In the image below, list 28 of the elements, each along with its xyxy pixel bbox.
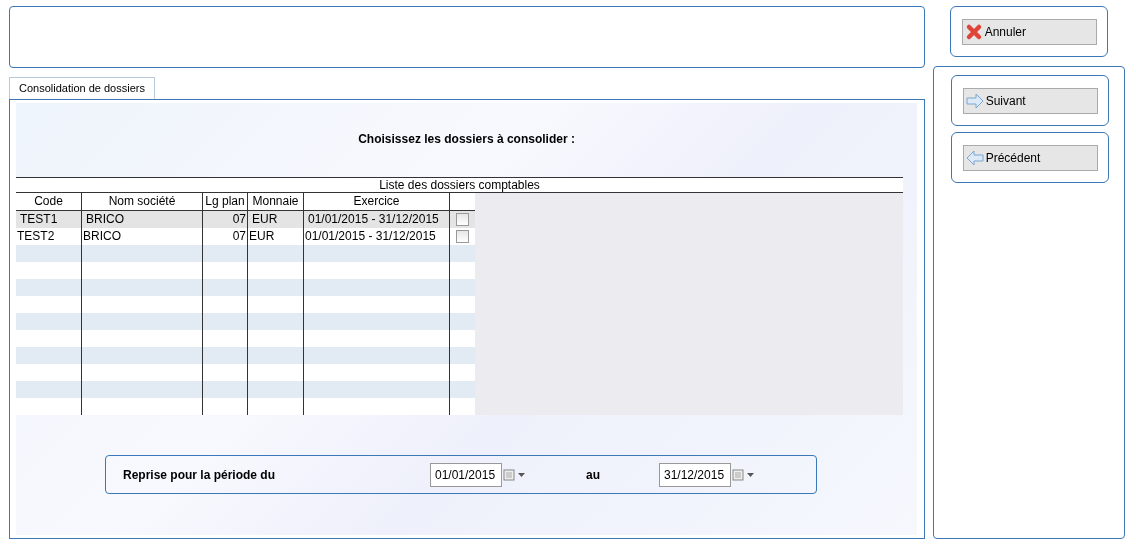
table-cell-text: TEST2 (16, 228, 56, 245)
tab[interactable]: Consolidation de dossiers (9, 77, 155, 99)
previous-button[interactable]: Précédent (962, 144, 1098, 171)
checkbox[interactable] (456, 230, 469, 243)
date-field[interactable]: 01/01/2015 (430, 462, 502, 487)
period-label: Reprise pour la période du (123, 467, 277, 482)
table-cell: BRICO (81, 211, 202, 228)
right-arrow-icon (965, 92, 984, 109)
heading: Choisissez les dossiers à consolider : (357, 132, 576, 148)
column-header[interactable]: Code (16, 193, 81, 210)
calendar-dropdown-icon[interactable] (503, 467, 527, 482)
table-row[interactable]: TEST1 BRICO 07 EUR 01/01/2015 - 31/12/2015 (16, 211, 475, 228)
column-header[interactable]: Monnaie (247, 193, 303, 210)
cancel-button[interactable]: Annuler (961, 18, 1097, 45)
period-to-label: au (585, 467, 601, 482)
date-field[interactable]: 31/12/2015 (659, 462, 731, 487)
next-button[interactable]: Suivant (962, 87, 1098, 114)
column-header[interactable]: Exercice (303, 193, 449, 210)
close-icon (964, 22, 983, 41)
checkbox[interactable] (456, 213, 469, 226)
table-cell: EUR (247, 211, 303, 228)
calendar-dropdown-icon[interactable] (732, 467, 756, 482)
table-cell: 07 (202, 211, 247, 228)
table-cell-text: TEST1 (19, 211, 59, 228)
left-arrow-icon (965, 149, 984, 166)
column-header[interactable]: Nom société (81, 193, 202, 210)
table-cell: 01/01/2015 - 31/12/2015 (303, 211, 449, 228)
column-header[interactable]: Lg plan (202, 193, 247, 210)
